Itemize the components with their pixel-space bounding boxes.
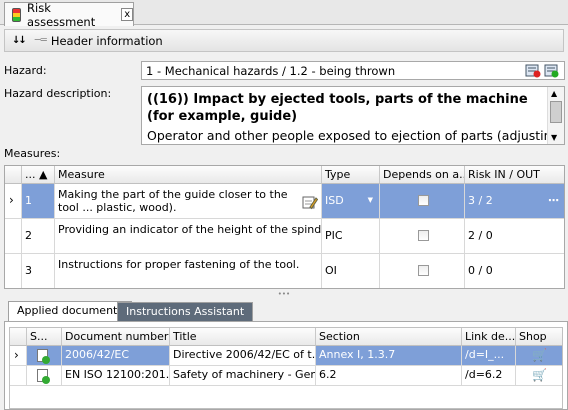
row-indicator-header [5,166,22,184]
depends-checkbox[interactable] [418,265,429,276]
document-status-icon [37,348,50,364]
scroll-thumb[interactable] [550,101,562,123]
tab-applied-documents[interactable]: Applied documents [8,301,133,322]
dropdown-arrow-icon[interactable]: ▼ [368,184,373,217]
more-icon[interactable]: ⋯ [548,184,559,217]
col-header-document-number[interactable]: Document number [62,328,170,346]
collapse-chevron-icon[interactable]: ↓↓ [12,35,27,46]
splitter-handle[interactable]: ••• [0,291,568,298]
pin-icon: ─═ [34,35,47,46]
row-indicator [5,254,22,288]
depends-checkbox[interactable] [418,230,429,241]
tab-bar: Risk assessment x [0,0,568,29]
traffic-light-icon [12,7,22,22]
scroll-down-icon[interactable]: ▼ [551,133,557,142]
measure-type[interactable]: OI [322,254,380,288]
depends-cell[interactable] [380,254,465,288]
document-section[interactable]: Annex I, 1.3.7 [316,346,462,366]
shop-cell[interactable]: 🛒 [516,346,562,366]
col-header-link[interactable]: Link de... [462,328,516,346]
col-header-risk[interactable]: Risk IN / OUT [465,166,564,184]
bottom-tab-strip: Applied documents Instructions Assistant [4,299,568,322]
measures-grid: ... ▲ Measure Type Depends on a... Risk … [4,165,565,289]
tab-instructions-assistant[interactable]: Instructions Assistant [117,302,254,321]
hazard-description-field[interactable]: ((16)) Impact by ejected tools, parts of… [141,86,565,145]
document-number[interactable]: EN ISO 12100:201... [62,366,170,386]
document-title[interactable]: Safety of machinery - Gen... [170,366,316,386]
measure-text[interactable]: Providing an indicator of the height of … [55,219,322,254]
row-indicator-arrow: › [10,346,27,366]
row-indicator-header [10,328,27,346]
documents-panel: S... Document number Title Section Link … [4,321,568,410]
measure-type-value: ISD [325,194,344,207]
document-number[interactable]: 2006/42/EC [62,346,170,366]
row-indicator-arrow: › [5,184,22,219]
hazard-label: Hazard: [4,64,47,77]
depends-cell[interactable] [380,184,465,219]
col-header-type[interactable]: Type [322,166,380,184]
measure-type[interactable]: PIC [322,219,380,254]
scroll-up-icon[interactable]: ▲ [551,89,557,98]
measure-type[interactable]: ISD ▼ [322,184,380,219]
measure-number[interactable]: 3 [22,254,55,288]
description-scrollbar[interactable]: ▲ ▼ [547,87,564,144]
measures-label: Measures: [4,147,61,160]
risk-cell[interactable]: 2 / 0 [465,219,564,254]
document-link[interactable]: /d=6.2 [462,366,516,386]
tab-label: Risk assessment [27,0,96,29]
shop-cart-icon[interactable]: 🛒 [532,368,547,382]
documents-grid: S... Document number Title Section Link … [9,327,563,409]
close-icon[interactable]: x [121,8,133,21]
measure-number[interactable]: 2 [22,219,55,254]
col-header-number[interactable]: ... ▲ [22,166,55,184]
risk-cell[interactable]: 0 / 0 [465,254,564,288]
hazard-description-label: Hazard description: [4,87,112,100]
col-header-section[interactable]: Section [316,328,462,346]
col-header-status[interactable]: S... [27,328,62,346]
header-information-label: Header information [50,33,163,48]
depends-checkbox[interactable] [418,195,429,206]
row-indicator [5,219,22,254]
measure-text[interactable]: Making the part of the guide closer to t… [55,184,322,219]
status-cell[interactable] [27,366,62,386]
measure-text[interactable]: Instructions for proper fastening of the… [55,254,322,288]
document-link[interactable]: /d=I_... [462,346,516,366]
header-information-bar[interactable]: ↓↓ ─═ Header information [4,29,564,52]
measure-number[interactable]: 1 [22,184,55,219]
document-status-icon [37,368,50,384]
shop-cart-icon[interactable]: 🛒 [532,348,547,362]
document-title[interactable]: Directive 2006/42/EC of t... [170,346,316,366]
edit-measure-icon[interactable] [302,195,318,210]
row-indicator [10,366,27,386]
col-header-depends[interactable]: Depends on a... [380,166,465,184]
col-header-measure[interactable]: Measure [55,166,322,184]
risk-value: 3 / 2 [468,194,493,207]
col-header-shop[interactable]: Shop [516,328,562,346]
hazard-description-title: ((16)) Impact by ejected tools, parts of… [147,92,528,124]
shop-cell[interactable]: 🛒 [516,366,562,386]
remove-hazard-icon[interactable] [525,64,541,78]
status-cell[interactable] [27,346,62,366]
hazard-description-body: Operator and other people exposed to eje… [147,128,565,143]
depends-cell[interactable] [380,219,465,254]
document-section[interactable]: 6.2 [316,366,462,386]
risk-cell[interactable]: 3 / 2 ⋯ [465,184,564,219]
hazard-value: 1 - Mechanical hazards / 1.2 - being thr… [146,64,396,78]
col-header-title[interactable]: Title [170,328,316,346]
tab-risk-assessment[interactable]: Risk assessment x [4,0,134,29]
hazard-field[interactable]: 1 - Mechanical hazards / 1.2 - being thr… [141,61,565,80]
select-hazard-icon[interactable] [544,64,560,78]
